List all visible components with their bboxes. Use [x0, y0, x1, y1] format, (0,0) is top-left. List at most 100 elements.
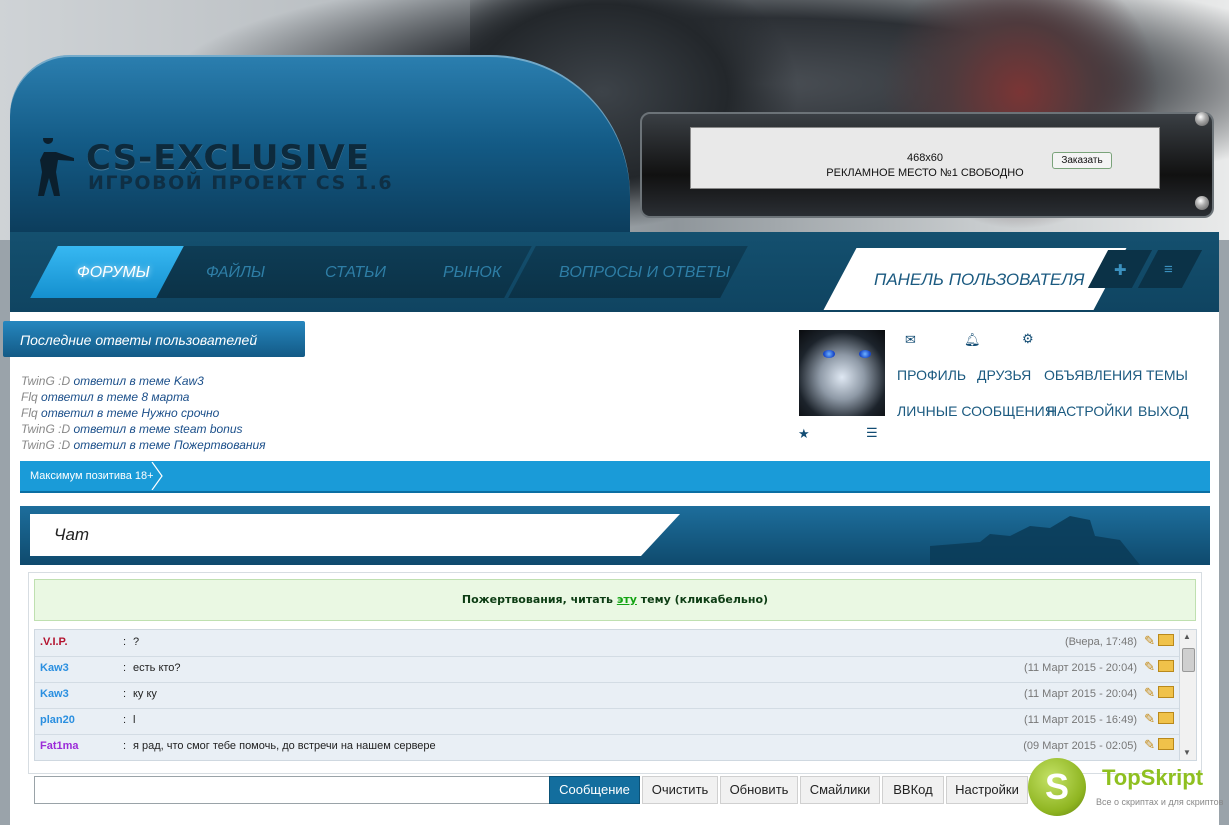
recent-topic-link[interactable]: ответил в теме Нужно срочно	[41, 406, 219, 420]
chat-settings-button[interactable]: Настройки	[946, 776, 1028, 804]
edit-icon[interactable]: ✎	[1144, 711, 1155, 727]
user-link-messages[interactable]: ЛИЧНЫЕ СООБЩЕНИЯ	[897, 403, 1055, 419]
avatar-eye	[823, 350, 835, 358]
chat-row: .V.I.P. : ? (Вчера, 17:48) ✎	[35, 630, 1179, 657]
logo-subtitle: ИГРОВОЙ ПРОЕКТ CS 1.6	[88, 172, 394, 194]
user-link-topics[interactable]: ТЕМЫ	[1146, 367, 1188, 383]
user-link-logout[interactable]: ВЫХОД	[1138, 403, 1189, 419]
recent-user[interactable]: TwinG :D	[21, 438, 70, 452]
nav-label-forums[interactable]: ФОРУМЫ	[77, 264, 150, 282]
chat-timestamp: (09 Март 2015 - 02:05)	[1023, 740, 1137, 752]
chat-row: plan20 : l (11 Март 2015 - 16:49) ✎	[35, 708, 1179, 735]
wrench-icon: ✚	[1114, 262, 1127, 279]
list-item: TwinG :D ответил в теме Kaw3	[21, 373, 266, 389]
avatar-eye	[859, 350, 871, 358]
user-link-settings[interactable]: НАСТРОЙКИ	[1047, 403, 1133, 419]
chat-timestamp: (11 Март 2015 - 16:49)	[1024, 714, 1137, 726]
chat-nick[interactable]: Kaw3	[40, 662, 69, 674]
soldier-silhouette-icon	[930, 516, 1140, 565]
chat-nick[interactable]: plan20	[40, 714, 75, 726]
gear-icon[interactable]: ⚙	[1022, 331, 1034, 347]
scroll-down-icon[interactable]: ▼	[1183, 748, 1191, 757]
chat-message-text: ?	[133, 636, 140, 648]
scroll-up-icon[interactable]: ▲	[1183, 632, 1191, 641]
reply-folder-icon[interactable]	[1158, 686, 1174, 698]
watermark-title: TopSkript	[1102, 765, 1204, 790]
chat-row: Kaw3 : есть кто? (11 Март 2015 - 20:04) …	[35, 656, 1179, 683]
chat-separator: :	[123, 740, 127, 752]
chat-timestamp: (11 Март 2015 - 20:04)	[1024, 662, 1137, 674]
smilies-button[interactable]: Смайлики	[800, 776, 880, 804]
chat-message-input[interactable]	[34, 776, 550, 804]
star-icon[interactable]: ★	[798, 426, 810, 442]
topskript-logo-icon: S	[1028, 758, 1086, 816]
reply-folder-icon[interactable]	[1158, 660, 1174, 672]
chat-separator: :	[123, 688, 127, 700]
chat-notice-link[interactable]: эту	[617, 593, 637, 606]
edit-icon[interactable]: ✎	[1144, 737, 1155, 753]
recent-user[interactable]: Flq	[21, 390, 38, 404]
chat-nick[interactable]: .V.I.P.	[40, 636, 68, 648]
chat-scrollbar[interactable]: ▲ ▼	[1179, 629, 1197, 761]
user-link-profile[interactable]: ПРОФИЛЬ	[897, 367, 966, 383]
chat-message-list[interactable]: .V.I.P. : ? (Вчера, 17:48) ✎ Kaw3 : есть…	[34, 629, 1180, 761]
chat-message-text: ку ку	[133, 688, 157, 700]
watermark-subtitle: Все о скриптах и для скриптов	[1096, 797, 1224, 807]
clear-button[interactable]: Очистить	[642, 776, 718, 804]
screw-icon	[1195, 112, 1209, 126]
edit-icon[interactable]: ✎	[1144, 685, 1155, 701]
list-item: Flq ответил в теме 8 марта	[21, 389, 266, 405]
user-panel-title[interactable]: ПАНЕЛЬ ПОЛЬЗОВАТЕЛЯ	[874, 270, 1085, 290]
ad-banner[interactable]: 468x60 РЕКЛАМНОЕ МЕСТО №1 СВОБОДНО Заказ…	[690, 127, 1160, 189]
send-message-button[interactable]: Сообщение	[549, 776, 640, 804]
chat-message-text: есть кто?	[133, 662, 181, 674]
reply-folder-icon[interactable]	[1158, 634, 1174, 646]
reply-folder-icon[interactable]	[1158, 738, 1174, 750]
scroll-thumb[interactable]	[1182, 648, 1195, 672]
recent-user[interactable]: TwinG :D	[21, 422, 70, 436]
edit-icon[interactable]: ✎	[1144, 633, 1155, 649]
recent-user[interactable]: TwinG :D	[21, 374, 70, 388]
envelope-icon[interactable]: ✉	[905, 332, 916, 348]
list-item: TwinG :D ответил в теме steam bonus	[21, 421, 266, 437]
recent-topic-link[interactable]: ответил в теме Kaw3	[73, 374, 203, 388]
chat-message-text: l	[133, 714, 136, 726]
screw-icon	[1195, 196, 1209, 210]
avatar[interactable]	[799, 330, 885, 416]
recent-topic-link[interactable]: ответил в теме Пожертвования	[73, 438, 265, 452]
recent-replies-title: Последние ответы пользователей	[20, 332, 258, 348]
refresh-button[interactable]: Обновить	[720, 776, 798, 804]
bbcode-button[interactable]: BBКод	[882, 776, 944, 804]
list-icon[interactable]: ☰	[866, 425, 878, 441]
chat-nick[interactable]: Kaw3	[40, 688, 69, 700]
nav-label-articles[interactable]: СТАТЬИ	[325, 264, 386, 282]
nav-label-files[interactable]: ФАЙЛЫ	[206, 264, 265, 282]
chevron-right-icon	[151, 462, 163, 490]
reply-folder-icon[interactable]	[1158, 712, 1174, 724]
chat-nick[interactable]: Fat1ma	[40, 740, 79, 752]
chat-separator: :	[123, 714, 127, 726]
recent-topic-link[interactable]: ответил в теме steam bonus	[73, 422, 242, 436]
edit-icon[interactable]: ✎	[1144, 659, 1155, 675]
nav-label-qa[interactable]: ВОПРОСЫ И ОТВЕТЫ	[559, 264, 730, 282]
nav-label-market[interactable]: РЫНОК	[443, 264, 501, 282]
breadcrumb	[20, 461, 1210, 493]
recent-topic-link[interactable]: ответил в теме 8 марта	[41, 390, 189, 404]
ad-order-button[interactable]: Заказать	[1052, 152, 1112, 169]
breadcrumb-item[interactable]: Максимум позитива 18+	[30, 470, 154, 482]
user-link-ads[interactable]: ОБЪЯВЛЕНИЯ	[1044, 367, 1142, 383]
chat-row: Fat1ma : я рад, что смог тебе помочь, до…	[35, 734, 1179, 760]
list-item: Flq ответил в теме Нужно срочно	[21, 405, 266, 421]
recent-user[interactable]: Flq	[21, 406, 38, 420]
user-link-friends[interactable]: ДРУЗЬЯ	[977, 367, 1031, 383]
soldier-icon	[38, 138, 74, 196]
bell-icon[interactable]: 🔔︎	[964, 332, 981, 348]
chat-timestamp: (11 Март 2015 - 20:04)	[1024, 688, 1137, 700]
recent-replies-list: TwinG :D ответил в теме Kaw3 Flq ответил…	[21, 373, 266, 453]
chat-message-text: я рад, что смог тебе помочь, до встречи …	[133, 740, 436, 752]
menu-icon: ≡	[1164, 261, 1173, 278]
list-item: TwinG :D ответил в теме Пожертвования	[21, 437, 266, 453]
chat-row: Kaw3 : ку ку (11 Март 2015 - 20:04) ✎	[35, 682, 1179, 709]
chat-notice-suffix: тему (кликабельно)	[636, 593, 769, 606]
chat-timestamp: (Вчера, 17:48)	[1064, 636, 1137, 648]
